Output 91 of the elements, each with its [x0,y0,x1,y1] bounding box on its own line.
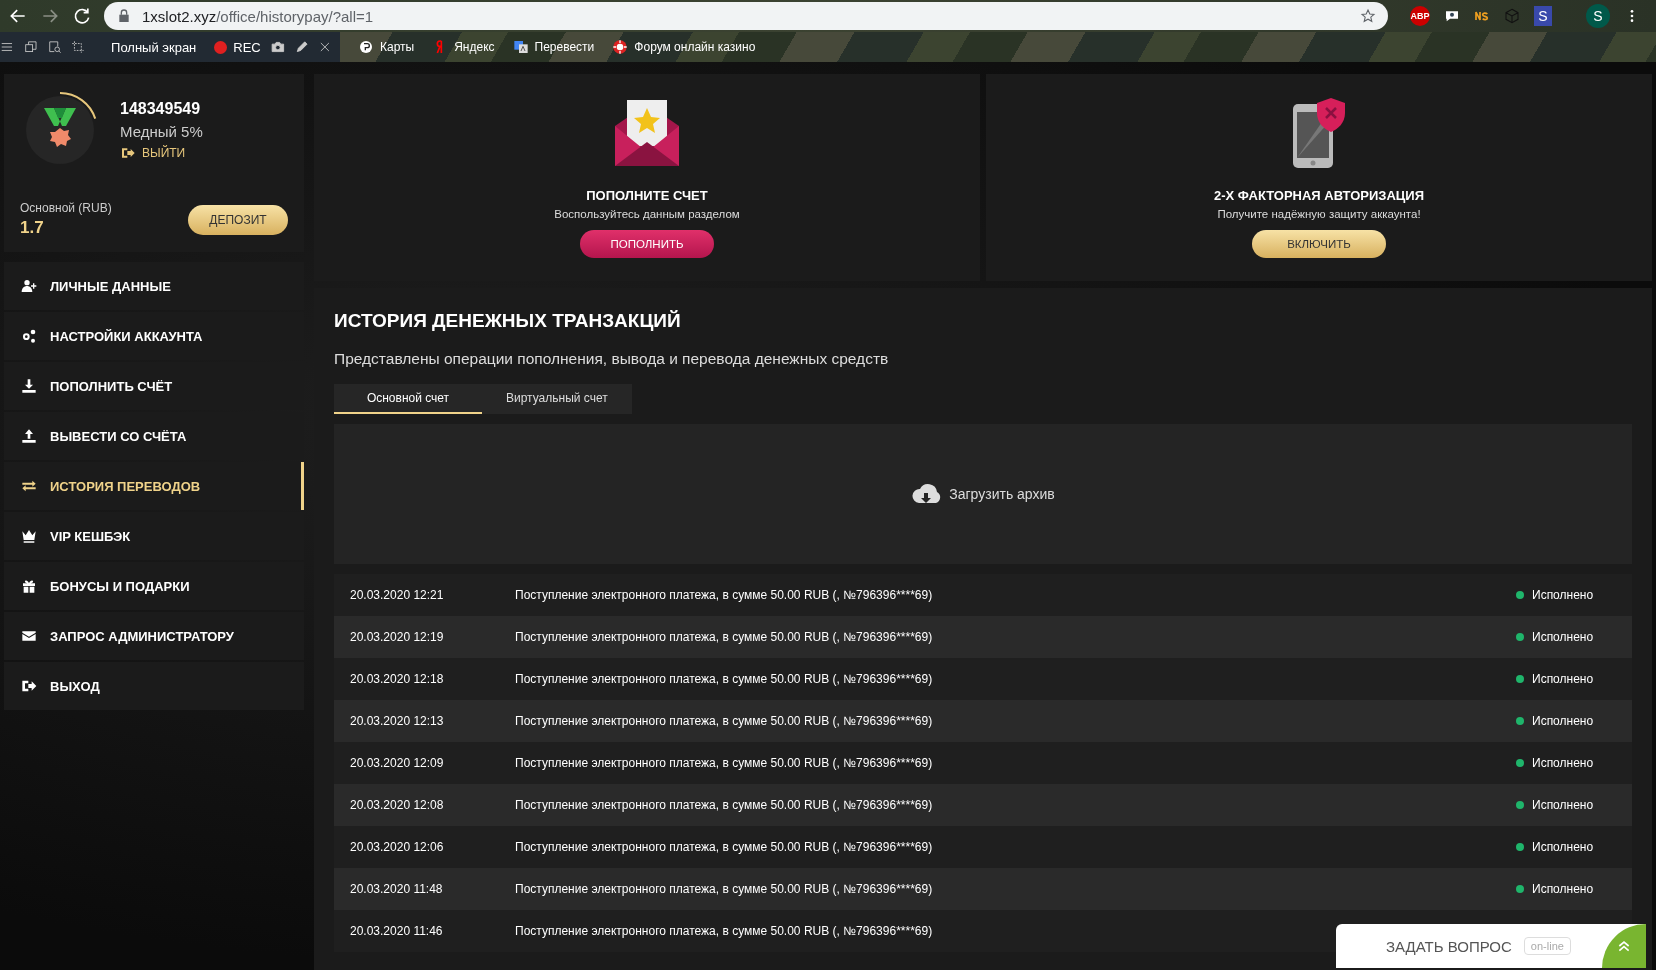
address-bar[interactable]: 1xslot2.xyz/office/historypay/?all=1 [104,2,1388,30]
bookmark-link[interactable]: Форум онлайн казино [612,39,756,55]
download-archive-area[interactable]: Загрузить архив [334,424,1632,564]
action-button[interactable]: ПОПОЛНИТЬ [580,230,714,258]
description-cell-text: Поступление электронного платежа, в сумме 50.00 RUB (, №796396****69) [515,672,934,686]
profile-avatar[interactable]: S [1586,4,1610,28]
user-id: 148349549 [120,99,202,118]
date-cell-text: 20.03.2020 12:19 [350,630,445,644]
account-tab[interactable]: Основной счет [334,384,482,414]
double-chevron-up-icon [1616,938,1632,954]
status-dot-icon [1516,633,1524,641]
description-cell-text: Поступление электронного платежа, в сумме 50.00 RUB (, №796396****69) [515,630,934,644]
status-dot-icon [1516,675,1524,683]
sidebar-item[interactable]: ЗАПРОС АДМИНИСТРАТОРУ [4,612,304,660]
date-cell-text: 20.03.2020 11:48 [350,882,444,896]
date-cell-text: 20.03.2020 12:08 [350,798,445,812]
pencil-icon[interactable] [294,39,309,55]
description-cell-text: Поступление электронного платежа, в сумме 50.00 RUB (, №796396****69) [515,882,934,896]
speech-bubble-icon[interactable] [1444,8,1460,24]
reload-icon[interactable] [72,6,92,26]
card-title: 2-Х ФАКТОРНАЯ АВТОРИЗАЦИЯ [1213,188,1425,203]
logout-link[interactable]: ВЫЙТИ [120,144,203,161]
status-cell: Исполнено [1532,756,1594,770]
crop-frame-icon[interactable] [71,39,86,55]
status-dot-icon [1516,843,1524,851]
status-cell: Исполнено [1532,798,1594,812]
section-description: Представлены операции пополнения, вывода и перевода денежных средств [334,350,890,368]
date-cell-text: 20.03.2020 12:21 [350,588,445,602]
exit-icon [20,678,38,694]
upload-icon [20,428,38,444]
windows-icon[interactable] [23,39,38,55]
balance-label: Основной (RUB) [20,201,112,215]
region-search-icon[interactable] [47,39,62,55]
section-title: ИСТОРИЯ ДЕНЕЖНЫХ ТРАНЗАКЦИЙ [334,310,682,332]
status-dot-icon [1516,801,1524,809]
status-cell: Исполнено [1532,882,1594,896]
camera-icon[interactable] [270,39,285,55]
loyalty-level: Медный 5% [120,122,203,140]
card-text: Воспользуйтесь данным разделом [554,208,740,220]
date-cell-text: 20.03.2020 11:46 [350,924,444,938]
date-cell-text: 20.03.2020 12:18 [350,672,445,686]
download-icon [20,378,38,394]
bookmark-link[interactable]: Яндекс [432,39,495,55]
status-cell: Исполнено [1532,672,1594,686]
status-cell: Исполнено [1532,714,1594,728]
sidebar-item[interactable]: БОНУСЫ И ПОДАРКИ [4,562,304,610]
account-tab[interactable]: Виртуальный счет [482,384,632,414]
status-dot-icon [1516,885,1524,893]
sidebar-item[interactable]: ВЫХОД [4,662,304,710]
sidebar-item[interactable]: ИСТОРИЯ ПЕРЕВОДОВ [4,462,304,510]
extension-icon[interactable]: S [1534,6,1552,26]
cloud-download-icon [911,483,942,505]
envelope-icon [20,628,38,644]
status-cell: Исполнено [1532,588,1594,602]
bookmark-link[interactable]: Перевести [512,39,595,55]
crown-icon [20,528,38,544]
record-button[interactable]: REC [214,39,261,55]
ask-question-widget[interactable]: ЗАДАТЬ ВОПРОС on-line [1336,924,1646,968]
archive-label: Загрузить архив [949,486,1055,502]
bookmark-link[interactable]: Карты [358,39,415,55]
star-icon[interactable] [1360,8,1376,24]
description-cell-text: Поступление электронного платежа, в сумме 50.00 RUB (, №796396****69) [515,756,934,770]
date-cell-text: 20.03.2020 12:06 [350,840,445,854]
transfer-arrows-icon [20,478,38,494]
balance-amount: 1.7 [20,218,45,238]
widget-label: ЗАДАТЬ ВОПРОС [1386,937,1512,955]
description-cell-text: Поступление электронного платежа, в сумме 50.00 RUB (, №796396****69) [515,588,934,602]
online-badge: on-line [1523,937,1571,955]
description-cell-text: Поступление электронного платежа, в сумме 50.00 RUB (, №796396****69) [515,798,934,812]
description-cell-text: Поступление электронного платежа, в сумме 50.00 RUB (, №796396****69) [515,840,934,854]
fullscreen-button[interactable]: Полный экран [111,39,197,55]
action-button[interactable]: ВКЛЮЧИТЬ [1252,230,1386,258]
status-cell: Исполнено [1532,840,1594,854]
deposit-button[interactable]: ДЕПОЗИТ [188,204,288,235]
description-cell-text: Поступление электронного платежа, в сумме 50.00 RUB (, №796396****69) [515,714,934,728]
url-text: 1xslot2.xyz/office/historypay/?all=1 [142,7,374,25]
gift-icon [20,578,38,594]
date-cell-text: 20.03.2020 12:13 [350,714,445,728]
status-dot-icon [1516,591,1524,599]
date-cell-text: 20.03.2020 12:09 [350,756,445,770]
card-text: Получите надёжную защиту аккаунта! [1217,208,1421,220]
adblock-extension-icon[interactable]: ABP [1410,6,1430,26]
status-dot-icon [1516,717,1524,725]
description-cell-text: Поступление электронного платежа, в сумме 50.00 RUB (, №796396****69) [515,924,934,938]
translate-icon [512,39,529,55]
status-cell: Исполнено [1532,630,1594,644]
user-plus-icon [20,278,38,294]
lock-icon [116,8,132,24]
status-dot-icon [1516,759,1524,767]
chip-icon [612,39,629,55]
card-title: ПОПОЛНИТЕ СЧЕТ [586,188,708,203]
